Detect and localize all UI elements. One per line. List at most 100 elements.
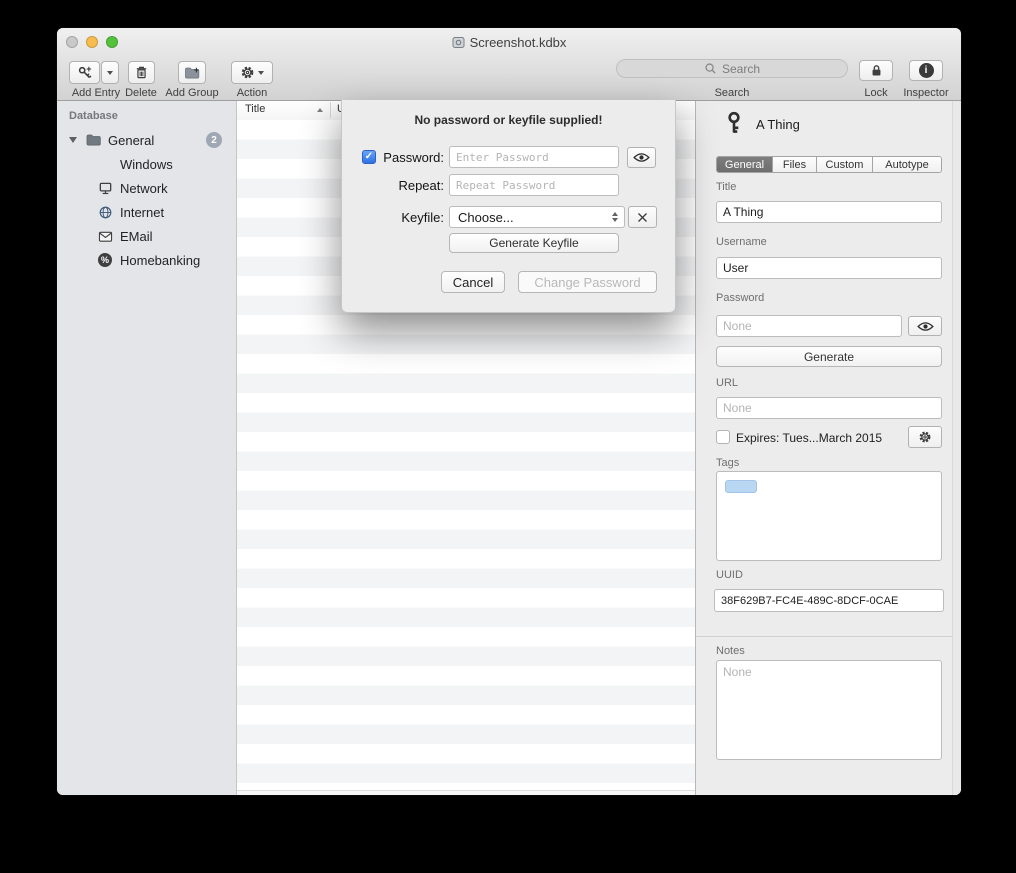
document-icon [452,36,465,49]
lock-label: Lock [859,87,893,99]
title-label: Title [716,181,736,193]
search-icon [704,62,717,75]
window-title: Screenshot.kdbx [207,34,811,51]
lock-icon [869,63,884,78]
group-label: General [108,133,154,148]
traffic-light-minimize[interactable] [86,36,98,48]
divider [696,636,952,637]
folder-icon [85,133,102,147]
sidebar-item-label: Network [120,181,168,196]
sidebar: Database General 2 Windows Network [57,100,237,795]
action-button[interactable] [231,61,273,84]
repeat-password-input[interactable] [449,174,619,196]
tag-chip[interactable] [725,480,757,493]
inspector-button[interactable]: i [909,60,943,81]
generate-password-button[interactable]: Generate [716,346,942,367]
search-placeholder: Search [722,62,760,76]
sidebar-item-homebanking[interactable]: % Homebanking [57,248,236,272]
app-window: Screenshot.kdbx + Add Entry Delete [57,28,961,795]
entry-title: A Thing [756,117,800,132]
sidebar-item-label: Windows [120,157,173,172]
tags-box[interactable] [716,471,942,561]
chevron-down-icon [258,71,264,75]
add-entry-dropdown-button[interactable] [101,61,119,84]
keyfile-select[interactable]: Choose... [449,206,625,228]
add-group-label: Add Group [160,87,224,99]
tab-custom[interactable]: Custom [817,157,873,172]
uuid-input[interactable] [714,589,944,612]
action-label: Action [231,87,273,99]
delete-button[interactable] [128,61,155,84]
expires-settings-button[interactable] [908,426,942,448]
chevron-down-icon [107,71,113,75]
window-title-text: Screenshot.kdbx [470,35,567,50]
envelope-icon [97,230,113,243]
tab-files[interactable]: Files [773,157,817,172]
reveal-password-button[interactable] [908,316,942,336]
sidebar-item-label: Internet [120,205,164,220]
password-label: Password [716,292,764,304]
desktop-background: Screenshot.kdbx + Add Entry Delete [0,0,1016,873]
password-field-label: Password: [378,150,444,165]
network-icon [97,181,113,196]
sidebar-item-windows[interactable]: Windows [57,152,236,176]
stepper-icon [612,212,618,222]
search-input[interactable]: Search [616,59,848,78]
change-password-button[interactable]: Change Password [518,271,657,293]
inspector-tabs: General Files Custom Autotype [716,156,942,173]
eye-icon [633,152,650,163]
trash-icon [134,65,149,80]
gear-icon [240,65,255,80]
expires-label: Expires: Tues...March 2015 [736,431,882,445]
sort-ascending-icon [317,108,323,112]
reveal-password-button[interactable] [627,147,656,168]
disclosure-triangle-icon[interactable] [69,137,77,143]
url-input[interactable] [716,397,942,419]
clear-keyfile-button[interactable] [628,206,657,228]
window-header: Screenshot.kdbx + Add Entry Delete [57,28,961,101]
notes-label: Notes [716,645,745,657]
password-input[interactable] [716,315,902,337]
close-x-icon [637,212,648,223]
percent-coin-icon: % [97,253,113,267]
expires-checkbox[interactable] [716,430,730,444]
sidebar-item-internet[interactable]: Internet [57,200,236,224]
keyfile-selected-value: Choose... [458,210,514,225]
column-header-title[interactable]: Title [245,103,265,115]
notes-textarea[interactable] [716,660,942,760]
sidebar-item-network[interactable]: Network [57,176,236,200]
eye-icon [917,321,934,332]
sidebar-group-general[interactable]: General 2 [57,128,236,152]
inspector-panel: A Thing General Files Custom Autotype Ti… [695,100,961,795]
lock-button[interactable] [859,60,893,81]
folder-plus-icon: + [184,66,200,80]
username-input[interactable] [716,257,942,279]
traffic-light-maximize[interactable] [106,36,118,48]
generate-keyfile-button[interactable]: Generate Keyfile [449,233,619,253]
tab-general[interactable]: General [717,157,773,172]
tab-autotype[interactable]: Autotype [873,157,941,172]
sidebar-section-header: Database [69,110,118,122]
password-checkbox[interactable] [362,150,376,164]
sidebar-item-label: Homebanking [120,253,200,268]
add-entry-button[interactable]: + [69,61,100,84]
password-entry-input[interactable] [449,146,619,168]
key-icon [722,111,746,142]
inspector-scrollbar[interactable] [952,100,961,795]
keyfile-field-label: Keyfile: [378,210,444,225]
cancel-button[interactable]: Cancel [441,271,505,293]
password-sheet-dialog: No password or keyfile supplied! Passwor… [341,100,676,313]
url-label: URL [716,377,738,389]
sidebar-item-email[interactable]: EMail [57,224,236,248]
title-input[interactable] [716,201,942,223]
inspector-label: Inspector [893,87,959,99]
tags-label: Tags [716,457,739,469]
repeat-field-label: Repeat: [378,178,444,193]
count-badge: 2 [206,132,222,148]
username-label: Username [716,236,767,248]
column-separator[interactable] [330,102,331,118]
sidebar-item-label: EMail [120,229,153,244]
info-icon: i [919,63,934,78]
add-group-button[interactable]: + [178,61,206,84]
traffic-light-close[interactable] [66,36,78,48]
